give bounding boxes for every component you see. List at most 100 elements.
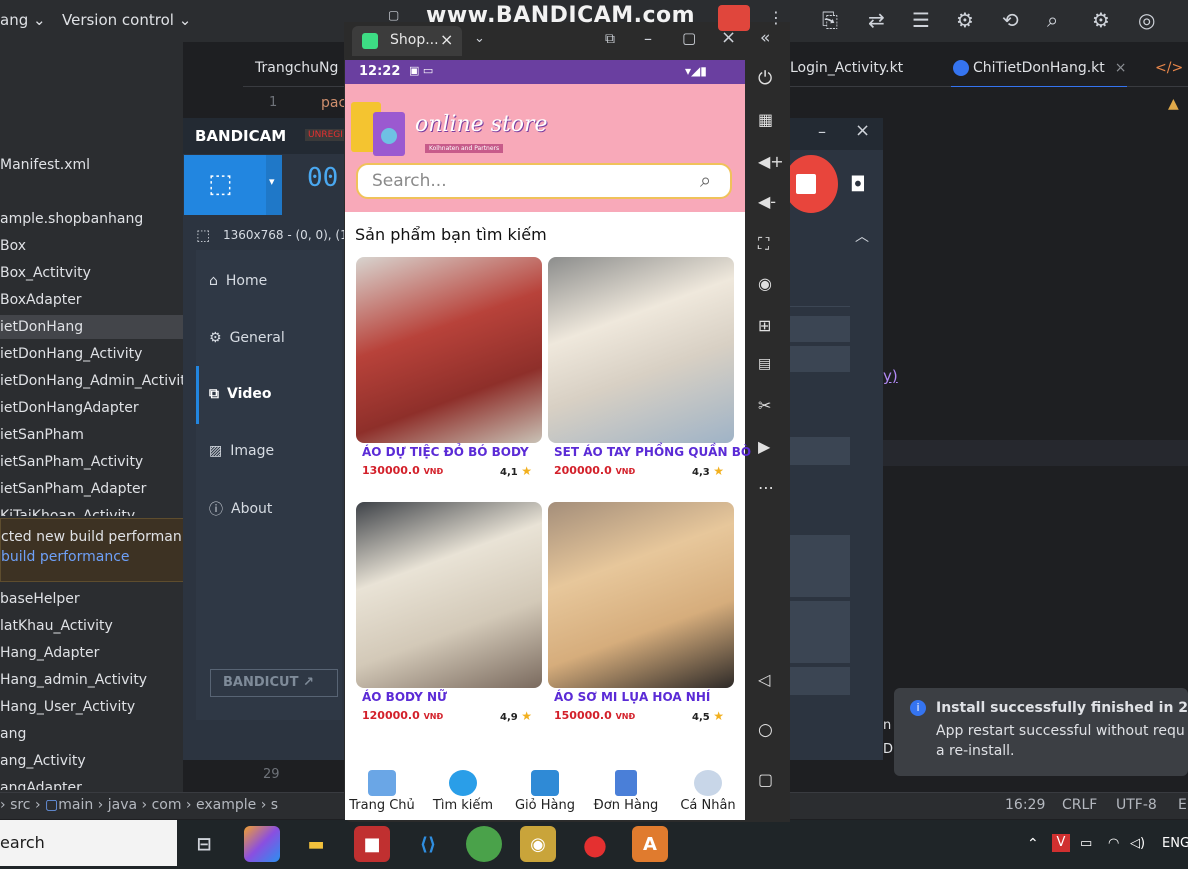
- close-icon[interactable]: ×: [1115, 60, 1127, 76]
- bandicut-button[interactable]: BANDICUT ↗: [210, 669, 338, 697]
- tree-item[interactable]: Hang_Adapter: [0, 641, 99, 665]
- camera-icon[interactable]: ◘: [850, 172, 866, 196]
- tab-trangchu[interactable]: TrangchuNg: [255, 50, 338, 86]
- screenshot-icon[interactable]: ⛶: [758, 234, 769, 254]
- breadcrumb-item[interactable]: src: [10, 797, 30, 813]
- product-card[interactable]: ÁO BODY NỮ 120000.0 VNĐ 4,9 ★: [356, 502, 542, 734]
- breadcrumb-item[interactable]: example: [196, 797, 256, 813]
- power-icon[interactable]: ⏻: [758, 68, 772, 89]
- back-icon[interactable]: ◁: [758, 670, 770, 689]
- tree-item[interactable]: ang: [0, 722, 26, 746]
- tree-item[interactable]: ietDonHang_Admin_Activit: [0, 369, 183, 393]
- chrome-icon[interactable]: [466, 826, 502, 862]
- translate-icon[interactable]: ⇄: [868, 8, 885, 32]
- bandicam-taskbar-icon[interactable]: ◉: [520, 826, 556, 862]
- bc-menu-about[interactable]: ⓘ About: [209, 499, 272, 519]
- task-view-icon[interactable]: ⊟: [186, 826, 222, 862]
- more-icon[interactable]: ⋮: [768, 8, 784, 27]
- tree-item[interactable]: ang_Activity: [0, 749, 86, 773]
- android-studio-icon[interactable]: A: [632, 826, 668, 862]
- close-icon[interactable]: ×: [855, 120, 870, 141]
- breadcrumb-item[interactable]: s: [271, 797, 278, 813]
- product-card[interactable]: ÁO SƠ MI LỤA HOA NHÍ 150000.0 VNĐ 4,5 ★: [548, 502, 734, 734]
- breadcrumb-item[interactable]: java: [108, 797, 137, 813]
- tree-item[interactable]: latKhau_Activity: [0, 614, 113, 638]
- tree-item[interactable]: ietDonHangAdapter: [0, 396, 139, 420]
- overview-icon[interactable]: ▢: [758, 770, 773, 789]
- tree-item[interactable]: angAdapter: [0, 776, 82, 790]
- file-encoding[interactable]: UTF-8: [1116, 797, 1157, 813]
- restore-tab-icon[interactable]: ⧉: [605, 31, 615, 47]
- search-icon[interactable]: ⌕: [700, 168, 711, 192]
- tree-item[interactable]: Box_Actitvity: [0, 261, 91, 285]
- chevron-down-icon[interactable]: ⌄: [474, 31, 485, 46]
- app-icon[interactable]: ■: [354, 826, 390, 862]
- tree-item[interactable]: Hang_User_Activity: [0, 695, 135, 719]
- tray-app-icon[interactable]: V: [1052, 834, 1070, 852]
- product-card[interactable]: SET ÁO TAY PHỒNG QUẦN BÒ 200000.0 VNĐ 4,…: [548, 257, 751, 489]
- project-menu[interactable]: ang ⌄: [0, 11, 46, 29]
- breadcrumb-item[interactable]: com: [152, 797, 182, 813]
- more-options-icon[interactable]: ⋯: [758, 478, 774, 497]
- install-notification[interactable]: i Install successfully finished in 2 s 6…: [894, 688, 1188, 776]
- nav-cart[interactable]: Giỏ Hàng: [505, 770, 585, 813]
- tree-item[interactable]: ietSanPham: [0, 423, 84, 447]
- collapse-icon[interactable]: «: [760, 28, 770, 48]
- record-icon[interactable]: ●: [577, 826, 613, 862]
- product-search-field[interactable]: Search... ⌕: [356, 163, 732, 199]
- tree-item[interactable]: Manifest.xml: [0, 153, 90, 177]
- mode-dropdown[interactable]: ▾: [266, 155, 282, 215]
- tab-login-activity[interactable]: Login_Activity.kt: [790, 50, 903, 86]
- tab-xml[interactable]: </> ac: [1155, 50, 1188, 86]
- warning-link[interactable]: build performance: [1, 549, 130, 565]
- tree-item[interactable]: ietDonHang_Activity: [0, 342, 142, 366]
- sync-icon[interactable]: ⟲: [1002, 8, 1019, 32]
- display-icon[interactable]: ▦: [758, 110, 773, 129]
- bc-menu-image[interactable]: ▨ Image: [209, 443, 274, 459]
- settings-icon[interactable]: ⚙: [1092, 8, 1110, 32]
- tab-chitietdonhang[interactable]: ChiTietDonHang.kt ×: [951, 50, 1127, 88]
- minimize-icon[interactable]: –: [818, 122, 826, 141]
- tree-item[interactable]: Box: [0, 234, 26, 258]
- bc-menu-video[interactable]: ⧉ Video: [209, 386, 272, 402]
- close-icon[interactable]: ×: [440, 30, 453, 49]
- warning-icon[interactable]: ▲: [1168, 96, 1179, 112]
- scissors-icon[interactable]: ✂: [758, 396, 771, 415]
- tree-item[interactable]: KiTaiKhoan_Activity: [0, 504, 135, 516]
- nav-home[interactable]: Trang Chủ: [342, 770, 422, 813]
- product-card[interactable]: ÁO DỰ TIỆC ĐỎ BÓ BODY 130000.0 VNĐ 4,1 ★: [356, 257, 542, 489]
- tree-item[interactable]: ietSanPham_Activity: [0, 450, 143, 474]
- bc-menu-general[interactable]: ⚙ General: [209, 330, 285, 346]
- add-icon[interactable]: ⊞: [758, 316, 771, 335]
- copilot-icon[interactable]: [244, 826, 280, 862]
- tree-item[interactable]: Hang_admin_Activity: [0, 668, 147, 692]
- taskbar-search[interactable]: earch: [0, 820, 177, 866]
- debug-icon[interactable]: ⚙: [956, 8, 974, 32]
- cursor-position[interactable]: 16:29: [1005, 797, 1045, 813]
- location-icon[interactable]: ◉: [758, 274, 772, 293]
- breadcrumb-item[interactable]: main: [58, 797, 93, 813]
- tree-item[interactable]: baseHelper: [0, 587, 80, 611]
- run-icon[interactable]: ⎘: [822, 8, 838, 32]
- status-item[interactable]: E: [1178, 797, 1187, 813]
- language-indicator[interactable]: ENG: [1162, 836, 1188, 851]
- nav-orders[interactable]: Đơn Hàng: [586, 770, 666, 813]
- volume-down-icon[interactable]: ◀-: [758, 192, 776, 211]
- collapse-icon[interactable]: ︿: [855, 226, 869, 246]
- line-separator[interactable]: CRLF: [1062, 797, 1097, 813]
- tree-item[interactable]: BoxAdapter: [0, 288, 82, 312]
- structure-icon[interactable]: ☰: [912, 8, 930, 32]
- screen-mode-button[interactable]: ⬚: [184, 155, 266, 215]
- nav-search[interactable]: Tìm kiếm: [423, 770, 503, 813]
- version-control-menu[interactable]: Version control ⌄: [62, 11, 191, 29]
- record-button[interactable]: [784, 155, 838, 213]
- vscode-icon[interactable]: ⟨⟩: [410, 826, 446, 862]
- bc-menu-home[interactable]: ⌂ Home: [209, 273, 267, 289]
- volume-up-icon[interactable]: ◀+: [758, 152, 784, 171]
- account-icon[interactable]: ◎: [1138, 8, 1155, 32]
- record-video-icon[interactable]: ▶: [758, 437, 770, 456]
- tree-item[interactable]: ietSanPham_Adapter: [0, 477, 146, 501]
- search-icon[interactable]: ⌕: [1047, 8, 1058, 32]
- volume-icon[interactable]: ◁): [1130, 836, 1145, 851]
- file-explorer-icon[interactable]: ▬: [298, 826, 334, 862]
